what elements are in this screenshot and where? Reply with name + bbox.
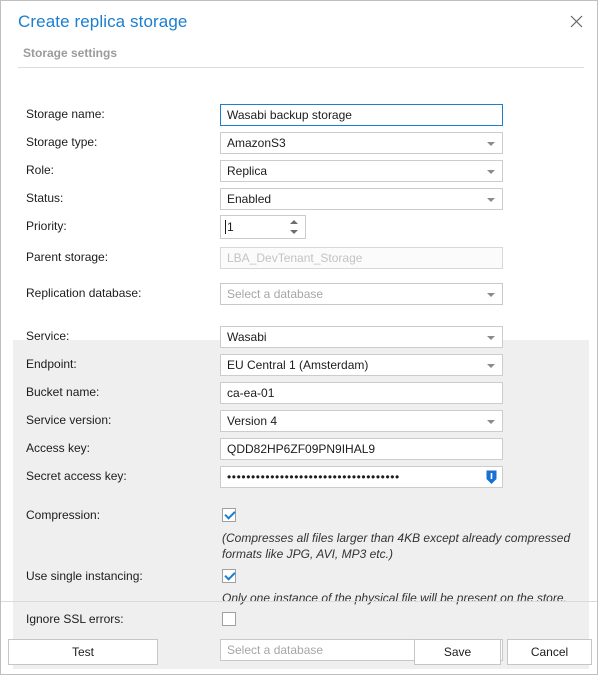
storage-type-value: AmazonS3 bbox=[227, 136, 286, 150]
label-role: Role: bbox=[26, 163, 54, 177]
priority-value: 1 bbox=[227, 218, 234, 236]
row-storage-name: Storage name: Wasabi backup storage bbox=[1, 104, 597, 126]
label-bucket-name: Bucket name: bbox=[26, 385, 99, 399]
row-compression: Compression: bbox=[1, 505, 597, 527]
row-service: Service: Wasabi bbox=[1, 326, 597, 348]
storage-name-input[interactable]: Wasabi backup storage bbox=[220, 104, 503, 126]
form-body: Storage name: Wasabi backup storage Stor… bbox=[1, 68, 597, 601]
chevron-down-icon bbox=[487, 293, 495, 297]
endpoint-value: EU Central 1 (Amsterdam) bbox=[227, 358, 368, 372]
use-single-instancing-checkbox[interactable] bbox=[222, 569, 236, 583]
parent-storage-input: LBA_DevTenant_Storage bbox=[220, 247, 503, 269]
label-endpoint: Endpoint: bbox=[26, 357, 77, 371]
bucket-name-input[interactable]: ca-ea-01 bbox=[220, 382, 503, 404]
service-version-value: Version 4 bbox=[227, 414, 277, 428]
label-priority: Priority: bbox=[26, 219, 67, 233]
row-use-single-instancing: Use single instancing: bbox=[1, 566, 597, 588]
label-use-single-instancing: Use single instancing: bbox=[26, 569, 143, 583]
replication-database-select[interactable]: Select a database bbox=[220, 283, 503, 305]
row-bucket-name: Bucket name: ca-ea-01 bbox=[1, 382, 597, 404]
label-parent-storage: Parent storage: bbox=[26, 250, 108, 264]
secret-access-key-input[interactable]: •••••••••••••••••••••••••••••••••••• bbox=[220, 466, 503, 488]
label-replication-database: Replication database: bbox=[26, 286, 141, 300]
stepper-down-icon[interactable] bbox=[290, 230, 298, 234]
label-storage-name: Storage name: bbox=[26, 107, 105, 121]
chevron-down-icon bbox=[487, 336, 495, 340]
chevron-down-icon bbox=[487, 170, 495, 174]
label-storage-type: Storage type: bbox=[26, 135, 97, 149]
row-endpoint: Endpoint: EU Central 1 (Amsterdam) bbox=[1, 354, 597, 376]
secret-access-key-value: •••••••••••••••••••••••••••••••••••• bbox=[227, 467, 478, 487]
dialog-footer: Test Save Cancel bbox=[1, 601, 597, 674]
stepper-arrows[interactable] bbox=[287, 216, 301, 238]
test-button[interactable]: Test bbox=[8, 639, 158, 665]
status-value: Enabled bbox=[227, 192, 271, 206]
section-header-storage-settings: Storage settings bbox=[18, 43, 584, 68]
close-button[interactable] bbox=[561, 7, 591, 35]
label-status: Status: bbox=[26, 191, 63, 205]
save-button[interactable]: Save bbox=[414, 639, 501, 665]
section-header-label: Storage settings bbox=[23, 46, 117, 60]
dialog-titlebar: Create replica storage bbox=[1, 1, 597, 43]
compression-hint-line2: formats like JPG, AVI, MP3 etc.) bbox=[222, 546, 393, 562]
row-role: Role: Replica bbox=[1, 160, 597, 182]
label-secret-access-key: Secret access key: bbox=[26, 469, 127, 483]
chevron-down-icon bbox=[487, 364, 495, 368]
label-service-version: Service version: bbox=[26, 413, 111, 427]
chevron-down-icon bbox=[487, 198, 495, 202]
replication-database-value: Select a database bbox=[227, 287, 323, 301]
service-value: Wasabi bbox=[227, 330, 267, 344]
access-key-input[interactable]: QDD82HP6ZF09PN9IHAL9 bbox=[220, 438, 503, 460]
dialog-title: Create replica storage bbox=[18, 12, 187, 32]
priority-stepper[interactable]: 1 bbox=[220, 215, 306, 239]
service-version-select[interactable]: Version 4 bbox=[220, 410, 503, 432]
row-replication-database: Replication database: Select a database bbox=[1, 283, 597, 305]
row-secret-access-key: Secret access key: •••••••••••••••••••••… bbox=[1, 466, 597, 488]
compression-hint-line1: (Compresses all files larger than 4KB ex… bbox=[222, 530, 570, 546]
cancel-button[interactable]: Cancel bbox=[507, 639, 592, 665]
chevron-down-icon bbox=[487, 142, 495, 146]
row-storage-type: Storage type: AmazonS3 bbox=[1, 132, 597, 154]
row-service-version: Service version: Version 4 bbox=[1, 410, 597, 432]
create-replica-storage-dialog: Create replica storage Storage settings … bbox=[0, 0, 598, 675]
status-select[interactable]: Enabled bbox=[220, 188, 503, 210]
service-select[interactable]: Wasabi bbox=[220, 326, 503, 348]
role-value: Replica bbox=[227, 164, 267, 178]
row-status: Status: Enabled bbox=[1, 188, 597, 210]
text-cursor bbox=[225, 220, 226, 234]
endpoint-select[interactable]: EU Central 1 (Amsterdam) bbox=[220, 354, 503, 376]
label-compression: Compression: bbox=[26, 508, 100, 522]
role-select[interactable]: Replica bbox=[220, 160, 503, 182]
row-access-key: Access key: QDD82HP6ZF09PN9IHAL9 bbox=[1, 438, 597, 460]
chevron-down-icon bbox=[487, 420, 495, 424]
close-icon bbox=[570, 15, 583, 28]
label-service: Service: bbox=[26, 329, 69, 343]
row-priority: Priority: 1 bbox=[1, 216, 597, 238]
shield-icon[interactable] bbox=[486, 470, 497, 488]
stepper-up-icon[interactable] bbox=[290, 220, 298, 224]
label-access-key: Access key: bbox=[26, 441, 90, 455]
row-parent-storage: Parent storage: LBA_DevTenant_Storage bbox=[1, 247, 597, 269]
storage-type-select[interactable]: AmazonS3 bbox=[220, 132, 503, 154]
compression-checkbox[interactable] bbox=[222, 508, 236, 522]
